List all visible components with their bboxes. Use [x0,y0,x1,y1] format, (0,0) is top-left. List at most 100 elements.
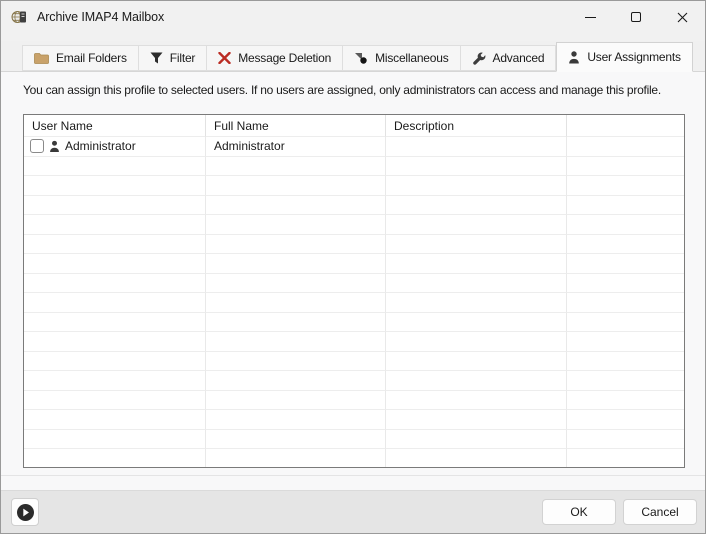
empty-cell [386,371,567,391]
table-row-empty [24,352,684,372]
user-icon [568,51,580,64]
app-archive-icon [11,9,27,25]
empty-cell [567,157,684,177]
row-description [386,137,567,157]
empty-cell [206,332,386,352]
tab-message-deletion[interactable]: Message Deletion [207,45,343,71]
empty-cell [206,254,386,274]
row-blank-cell [567,137,684,157]
empty-cell [567,196,684,216]
empty-cell [24,196,206,216]
empty-cell [24,254,206,274]
tab-user-assignments[interactable]: User Assignments [556,42,693,72]
empty-cell [386,352,567,372]
empty-cell [206,235,386,255]
empty-cell [206,274,386,294]
empty-cell [386,215,567,235]
empty-cell [386,332,567,352]
table-row-empty [24,410,684,430]
empty-cell [567,313,684,333]
column-header-user-name[interactable]: User Name [24,115,206,137]
tab-label: Miscellaneous [375,51,448,65]
empty-cell [386,293,567,313]
empty-cell [24,449,206,468]
empty-cell [206,352,386,372]
empty-cell [567,235,684,255]
table-row-empty [24,235,684,255]
empty-cell [206,293,386,313]
minimize-button[interactable] [567,1,613,33]
wrench-icon [472,52,486,65]
empty-cell [567,352,684,372]
user-icon [49,140,60,153]
empty-cell [386,254,567,274]
run-profile-button[interactable] [11,498,39,526]
tab-label: Message Deletion [238,51,331,65]
empty-cell [24,215,206,235]
empty-cell [24,293,206,313]
empty-cell [24,274,206,294]
column-header-blank[interactable] [567,115,684,137]
table-row-empty [24,430,684,450]
empty-cell [567,254,684,274]
empty-cell [386,235,567,255]
empty-cell [24,352,206,372]
empty-cell [206,313,386,333]
table-row-empty [24,274,684,294]
cancel-button[interactable]: Cancel [623,499,697,525]
table-row-empty [24,196,684,216]
tab-email-folders[interactable]: Email Folders [22,45,139,71]
ok-button[interactable]: OK [542,499,616,525]
dialog-window: Archive IMAP4 Mailbox Email Folders Filt… [0,0,706,534]
empty-cell [386,313,567,333]
close-button[interactable] [659,1,705,33]
empty-cell [206,430,386,450]
empty-cell [24,176,206,196]
empty-cell [24,410,206,430]
table-row[interactable]: Administrator Administrator [24,137,684,157]
table-row-empty [24,391,684,411]
empty-cell [386,410,567,430]
empty-cell [24,391,206,411]
row-user-name: Administrator [65,139,136,153]
empty-cell [386,430,567,450]
table-row-empty [24,176,684,196]
user-assignments-table: User Name Full Name Description Administ… [23,114,685,468]
empty-cell [567,371,684,391]
row-checkbox[interactable] [30,139,44,153]
tab-advanced[interactable]: Advanced [461,45,557,71]
maximize-button[interactable] [613,1,659,33]
empty-cell [386,274,567,294]
maximize-icon [631,12,641,22]
empty-cell [206,157,386,177]
empty-cell [206,176,386,196]
tab-label: Advanced [493,51,545,65]
table-row-empty [24,293,684,313]
column-header-description[interactable]: Description [386,115,567,137]
play-icon [16,503,35,522]
tab-miscellaneous[interactable]: Miscellaneous [343,45,460,71]
table-row-empty [24,215,684,235]
titlebar[interactable]: Archive IMAP4 Mailbox [1,1,705,33]
tab-label: User Assignments [587,50,681,64]
assignments-description: You can assign this profile to selected … [23,82,705,98]
table-body: Administrator Administrator [24,137,684,468]
empty-cell [386,176,567,196]
empty-cell [386,157,567,177]
table-row-empty [24,313,684,333]
empty-cell [206,196,386,216]
empty-cell [24,371,206,391]
empty-cell [386,196,567,216]
empty-cell [206,371,386,391]
empty-cell [206,215,386,235]
empty-cell [386,449,567,468]
tab-strip: Email Folders Filter Message Deletion Mi… [1,41,705,72]
empty-cell [567,293,684,313]
empty-cell [206,410,386,430]
column-header-full-name[interactable]: Full Name [206,115,386,137]
empty-cell [567,430,684,450]
empty-cell [567,410,684,430]
tab-filter[interactable]: Filter [139,45,207,71]
close-icon [677,12,688,23]
table-row-empty [24,371,684,391]
